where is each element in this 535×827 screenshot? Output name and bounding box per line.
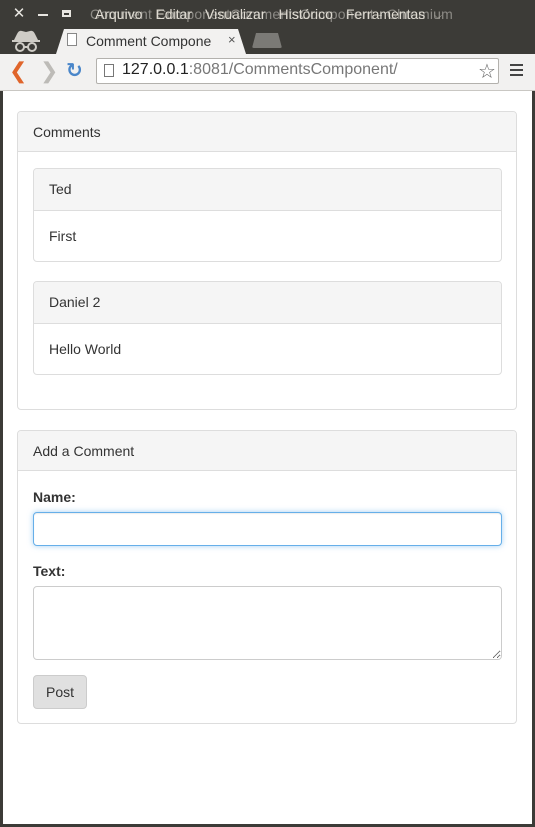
window-maximize-icon[interactable] — [59, 6, 75, 22]
comment-text: First — [49, 228, 77, 244]
bookmark-star-icon[interactable]: ☆ — [478, 59, 496, 84]
app-menubar: Arquivo Editar Visualizar Histórico Ferramen… — [95, 6, 455, 22]
menu-item-editar[interactable]: Editar — [155, 6, 192, 22]
window-minimize-icon[interactable] — [35, 6, 51, 22]
menu-item-visualizar[interactable]: Visualizar — [205, 6, 265, 22]
comments-panel: Comments Ted First Daniel 2 Hello World — [17, 111, 517, 410]
reload-icon[interactable]: ↻ — [66, 60, 83, 82]
tab-title[interactable]: Comment Compone — [86, 33, 224, 49]
comment-author: Ted — [34, 169, 501, 211]
menu-overflow-chevron-icon[interactable]: ⌵ — [434, 11, 442, 22]
tab-page-icon — [67, 33, 77, 46]
comment-card: Ted First — [33, 168, 502, 262]
name-input[interactable] — [33, 512, 502, 546]
name-label: Name: — [33, 489, 76, 505]
url-path: :8081/CommentsComponent/ — [188, 61, 398, 78]
url-host: 127.0.0.1 — [122, 61, 189, 78]
menu-item-arquivo[interactable]: Arquivo — [95, 6, 142, 22]
comment-card: Daniel 2 Hello World — [33, 281, 502, 375]
page-info-icon[interactable] — [104, 64, 114, 77]
forward-arrow-icon[interactable]: ❯ — [40, 60, 58, 82]
menu-item-ferramentas[interactable]: Ferramentas — [346, 6, 425, 22]
address-url[interactable]: 127.0.0.1:8081/CommentsComponent/ — [122, 61, 398, 79]
tab-close-icon[interactable]: × — [228, 32, 236, 47]
comments-panel-heading: Comments — [18, 112, 516, 152]
chrome-menu-icon[interactable] — [510, 64, 523, 79]
new-tab-button[interactable] — [252, 33, 282, 48]
back-arrow-icon[interactable]: ❮ — [9, 60, 27, 82]
add-comment-heading: Add a Comment — [18, 431, 516, 471]
text-textarea[interactable] — [33, 586, 502, 660]
window-titlebar: ✕ Comment ComponentCommentsComponent - C… — [0, 0, 535, 30]
window-close-icon[interactable]: ✕ — [11, 6, 27, 22]
incognito-icon — [12, 30, 40, 52]
post-button[interactable]: Post — [33, 675, 87, 709]
comment-text: Hello World — [49, 341, 122, 357]
page-viewport: Comments Ted First Daniel 2 Hello World … — [3, 91, 532, 824]
menu-item-historico[interactable]: Histórico — [278, 6, 332, 22]
add-comment-panel: Add a Comment Name: Text: Post — [17, 430, 517, 724]
text-label: Text: — [33, 563, 66, 579]
comment-author: Daniel 2 — [34, 282, 501, 324]
